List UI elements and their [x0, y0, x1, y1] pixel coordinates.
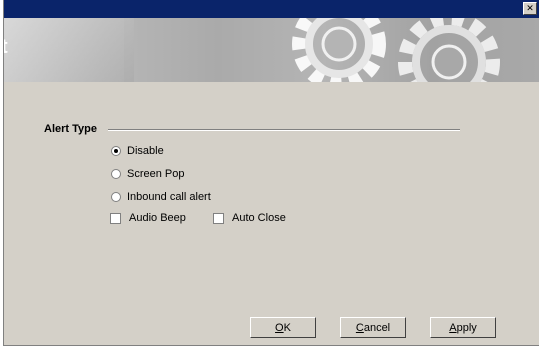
apply-button[interactable]: Apply	[430, 317, 496, 338]
radio-button-selected[interactable]	[111, 146, 121, 156]
close-button[interactable]: ✕	[523, 2, 537, 15]
radio-label: Inbound call alert	[127, 191, 211, 203]
radio-button[interactable]	[111, 192, 121, 202]
title-bar[interactable]: ✕	[4, 0, 539, 18]
banner-title: t	[4, 36, 8, 58]
radio-button[interactable]	[111, 169, 121, 179]
alert-type-group-label: Alert Type	[44, 123, 101, 135]
radio-label: Disable	[127, 145, 164, 157]
checkbox-label: Auto Close	[232, 212, 286, 224]
ok-button[interactable]: OK	[250, 317, 316, 338]
checkbox-audio-beep[interactable]: Audio Beep	[110, 212, 186, 224]
checkbox-label: Audio Beep	[129, 212, 186, 224]
checkbox[interactable]	[110, 212, 121, 224]
radio-label: Screen Pop	[127, 168, 185, 180]
settings-window: ✕ t Alert Type Disable Screen Pop Inboun…	[3, 0, 539, 346]
gears-graphic	[4, 18, 539, 82]
group-divider	[108, 129, 460, 131]
checkbox-auto-close[interactable]: Auto Close	[213, 212, 286, 224]
cancel-button[interactable]: Cancel	[340, 317, 406, 338]
close-icon: ✕	[526, 3, 534, 13]
checkbox[interactable]	[213, 212, 224, 224]
radio-inbound-call-alert[interactable]: Inbound call alert	[111, 191, 211, 203]
gear-icon	[398, 18, 500, 82]
header-banner: t	[4, 18, 539, 82]
radio-screen-pop[interactable]: Screen Pop	[111, 168, 184, 180]
radio-disable[interactable]: Disable	[111, 145, 164, 157]
